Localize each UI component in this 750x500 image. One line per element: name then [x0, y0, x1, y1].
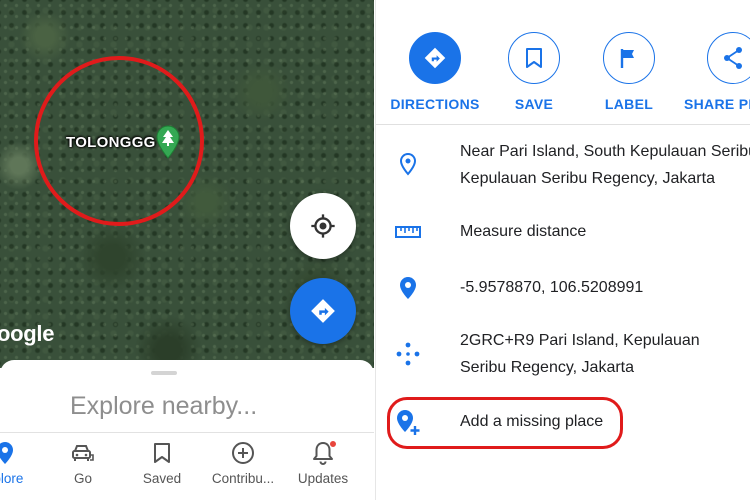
divider	[376, 124, 750, 125]
nav-updates[interactable]: Updates	[283, 433, 363, 491]
share-circle[interactable]	[707, 32, 750, 84]
plus-code-line-1: 2GRC+R9 Pari Island, Kepulauan	[460, 332, 700, 349]
measure-distance-label: Measure distance	[460, 223, 587, 240]
highlight-outline	[387, 397, 623, 449]
google-logo: oogle	[0, 321, 55, 346]
drag-handle[interactable]	[151, 371, 177, 375]
place-details-pane: DIRECTIONS SAVE LABEL SHARE PL Near Pari…	[375, 0, 750, 500]
action-label: SAVE	[514, 96, 554, 112]
nav-go[interactable]: Go	[43, 433, 123, 491]
my-location-button[interactable]	[290, 193, 356, 259]
share-icon	[724, 47, 742, 69]
explore-nearby-title[interactable]: Explore nearby...	[70, 392, 257, 421]
address-line-2: Kepulauan Seribu Regency, Jakarta	[460, 170, 715, 187]
save-circle[interactable]	[508, 32, 560, 84]
explore-sheet[interactable]: Explore nearby...	[0, 360, 374, 432]
nav-label: Updates	[297, 471, 349, 486]
address-line-1: Near Pari Island, South Kepulauan Seribu	[460, 143, 750, 160]
nav-label: Saved	[142, 471, 182, 486]
nav-label: Contribu...	[211, 471, 275, 486]
car-icon	[72, 445, 94, 461]
map-place-label[interactable]: TOLONGGG	[66, 134, 156, 151]
action-label: LABEL	[604, 96, 654, 112]
directions-button[interactable]: DIRECTIONS	[380, 32, 490, 112]
location-pin-icon	[394, 150, 422, 178]
save-button[interactable]: SAVE	[479, 32, 589, 112]
share-button[interactable]: SHARE PL	[678, 32, 750, 112]
action-label: DIRECTIONS	[390, 96, 480, 112]
directions-circle[interactable]	[409, 32, 461, 84]
map-screenshot-pane: TOLONGGG oogle Explore nearby... lore Go…	[0, 0, 374, 500]
bottom-navigation: xplore Go Saved	[0, 432, 374, 500]
flag-icon	[620, 49, 634, 68]
coordinates-value: -5.9578870, 106.5208991	[460, 279, 644, 296]
directions-icon	[311, 299, 335, 323]
satellite-map[interactable]: TOLONGGG oogle	[0, 0, 374, 368]
tree-pin-icon[interactable]	[156, 125, 180, 159]
nav-label: xplore	[0, 471, 24, 486]
location-pin-icon	[0, 442, 13, 464]
action-label: SHARE PL	[684, 96, 750, 112]
location-pin-icon	[394, 274, 422, 302]
add-circle-icon	[232, 442, 254, 464]
nav-saved[interactable]: Saved	[122, 433, 202, 491]
crosshair-icon	[311, 214, 335, 238]
plus-code-line-2: Seribu Regency, Jakarta	[460, 359, 635, 376]
ruler-icon	[394, 218, 422, 246]
bookmark-icon	[154, 443, 170, 463]
directions-fab[interactable]	[290, 278, 356, 344]
label-button[interactable]: LABEL	[574, 32, 684, 112]
nav-label: Go	[73, 471, 92, 486]
nav-contribute[interactable]: Contribu...	[203, 433, 283, 491]
label-circle[interactable]	[603, 32, 655, 84]
plus-code-icon	[394, 340, 422, 368]
directions-icon	[424, 47, 446, 69]
nav-explore[interactable]: xplore	[0, 433, 45, 491]
bookmark-icon	[526, 48, 542, 68]
notification-dot	[329, 440, 337, 448]
